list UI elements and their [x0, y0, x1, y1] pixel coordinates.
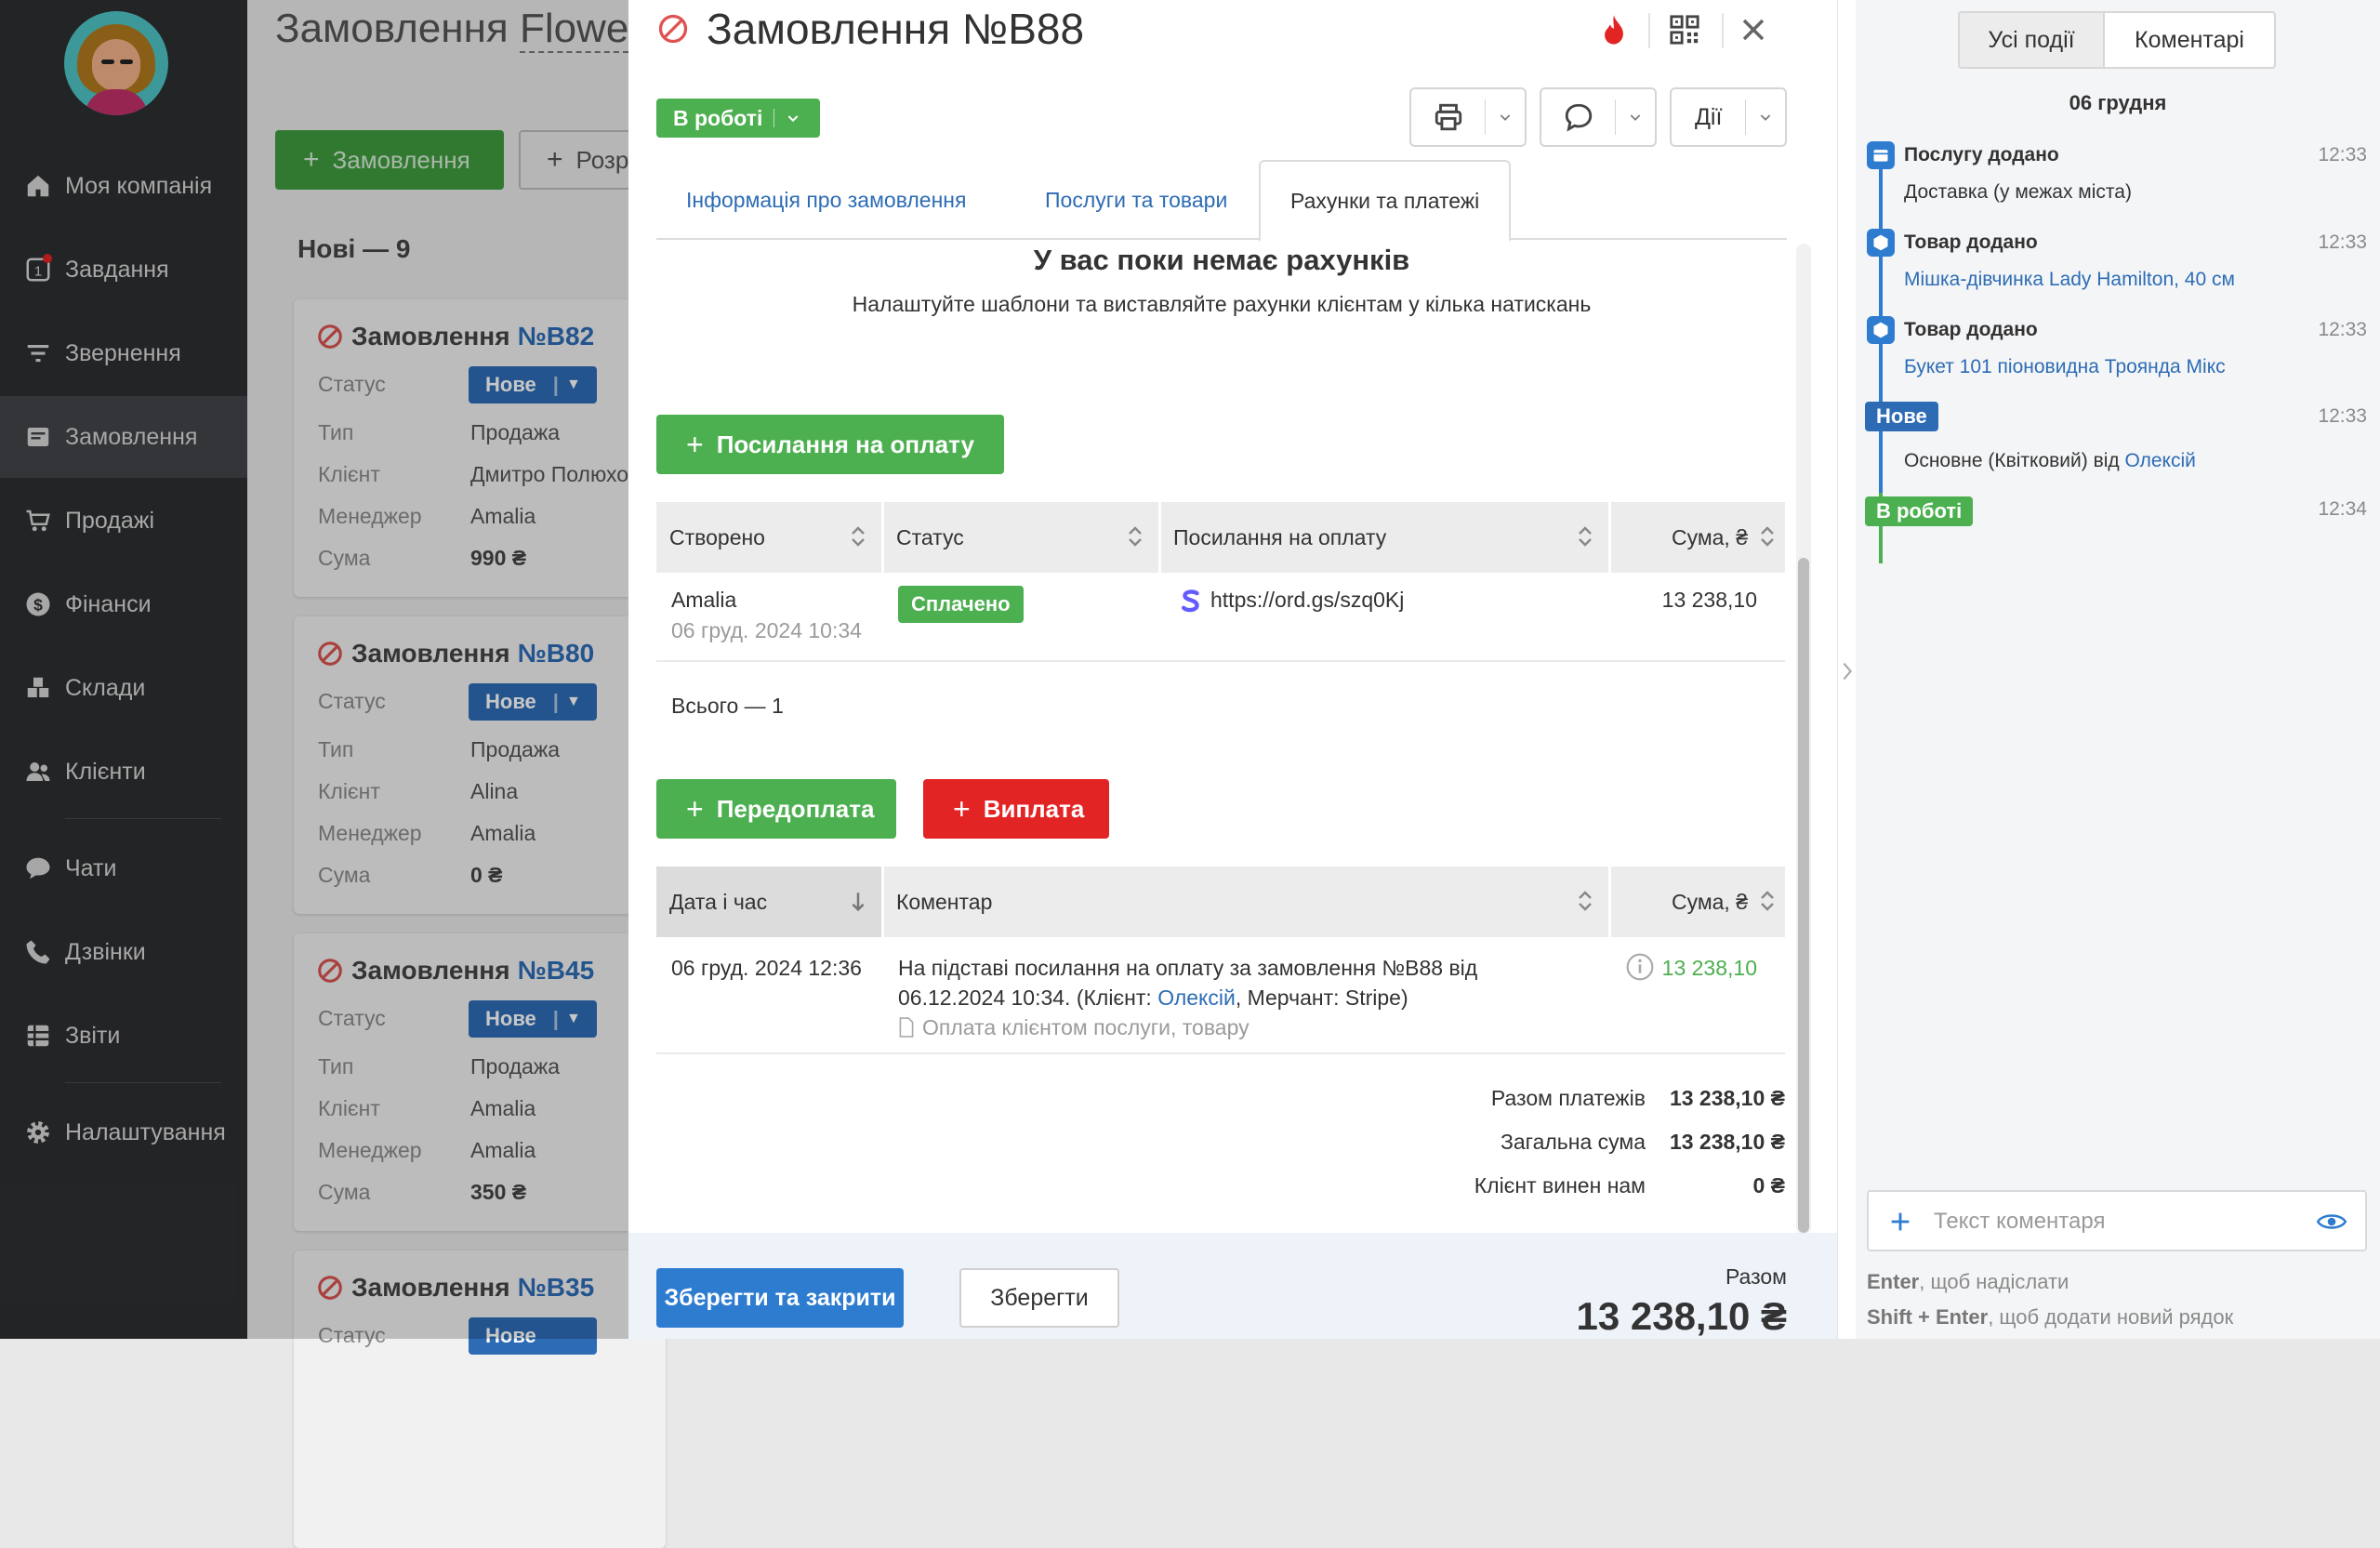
sort-icon	[1579, 891, 1592, 911]
payout-button[interactable]: + Виплата	[923, 779, 1109, 839]
links-table-header: Створено Статус Посилання на оплату Сума…	[656, 502, 1785, 573]
tab-comments[interactable]: Коментарі	[2103, 11, 2276, 69]
order-modal: Замовлення №B88 В роботі Дії Інформація …	[628, 0, 1837, 1339]
events-date: 06 грудня	[2069, 91, 2167, 114]
hot-icon[interactable]	[1595, 11, 1633, 48]
modal-footer: Зберегти та закрити Зберегти Разом 13 23…	[628, 1233, 1837, 1339]
document-icon	[899, 1017, 914, 1038]
actions-button[interactable]: Дії	[1670, 87, 1787, 147]
modal-scrollbar-thumb[interactable]	[1798, 558, 1809, 1233]
tab-all-events[interactable]: Усі події	[1958, 11, 2105, 69]
empty-invoices-title: У вас поки немає рахунків	[1033, 244, 1410, 276]
col-comment[interactable]: Коментар	[883, 867, 992, 937]
panel-collapse-handle[interactable]	[1837, 0, 1856, 1339]
sort-icon	[1579, 526, 1592, 547]
footer-total-label: Разом	[1725, 1264, 1787, 1289]
col-created[interactable]: Створено	[656, 502, 765, 573]
close-icon[interactable]	[1735, 11, 1772, 48]
sort-icon	[852, 526, 865, 547]
product-link[interactable]: Мішка-дівчинка Lady Hamilton, 40 см	[1904, 269, 2235, 291]
modal-title: Замовлення №B88	[656, 4, 1084, 54]
stop-icon	[658, 14, 688, 44]
events-panel: Усі події Коментарі 06 грудня Послугу до…	[1856, 0, 2380, 1339]
save-button[interactable]: Зберегти	[959, 1268, 1119, 1328]
stripe-icon	[1181, 589, 1199, 613]
chevron-down-icon	[1486, 89, 1525, 145]
col-status[interactable]: Статус	[883, 502, 964, 573]
order-tabs: Інформація про замовлення Послуги та тов…	[656, 160, 1787, 242]
service-icon	[1867, 141, 1895, 169]
tab-invoices-payments[interactable]: Рахунки та платежі	[1259, 160, 1512, 242]
eye-icon[interactable]	[2317, 1209, 2347, 1235]
print-button[interactable]	[1409, 87, 1527, 147]
col-sum[interactable]: Сума, ₴	[1610, 502, 1757, 573]
plus-icon[interactable]	[1887, 1209, 1913, 1235]
tab-services-goods[interactable]: Послуги та товари	[1015, 160, 1257, 240]
tab-order-info[interactable]: Інформація про замовлення	[656, 160, 996, 240]
chevron-down-icon	[1616, 89, 1655, 145]
status-badge: Нове	[1865, 402, 1938, 431]
qr-code-icon[interactable]	[1666, 11, 1703, 48]
links-total-count: Всього — 1	[671, 694, 784, 718]
newline-hint: Shift + Enter, щоб додати новий рядок	[1867, 1305, 2234, 1329]
save-and-close-button[interactable]: Зберегти та закрити	[656, 1268, 904, 1328]
product-icon	[1867, 229, 1895, 257]
comment-input[interactable]: Текст коментаря	[1867, 1190, 2367, 1251]
col-sum[interactable]: Сума, ₴	[1610, 867, 1757, 937]
add-payment-link-button[interactable]: + Посилання на оплату	[656, 415, 1004, 474]
empty-invoices-subtitle: Налаштуйте шаблони та виставляйте рахунк…	[852, 292, 1592, 316]
chevron-down-icon	[788, 115, 799, 123]
status-badge: В роботі	[1865, 496, 1974, 526]
col-payment-link[interactable]: Посилання на оплату	[1160, 502, 1386, 573]
printer-icon	[1411, 89, 1485, 145]
client-link[interactable]: Олексій	[1157, 986, 1236, 1010]
col-datetime[interactable]: Дата і час	[656, 867, 881, 937]
speech-bubble-icon	[1541, 89, 1615, 145]
send-hint: Enter, щоб надіслати	[1867, 1270, 2069, 1293]
sort-desc-icon	[852, 893, 865, 912]
prepayment-button[interactable]: + Передоплата	[656, 779, 896, 839]
message-button[interactable]	[1540, 87, 1657, 147]
sort-icon	[1761, 891, 1774, 911]
sort-icon	[1129, 526, 1142, 547]
payments-table-header: Дата і час Коментар Сума, ₴	[656, 867, 1785, 937]
chevron-down-icon	[1746, 89, 1785, 145]
payment-link[interactable]: https://ord.gs/szq0Kj	[1210, 588, 1404, 613]
modal-overlay[interactable]	[0, 0, 628, 1339]
footer-total-value: 13 238,10 ₴	[1576, 1294, 1787, 1338]
order-status-dropdown[interactable]: В роботі	[656, 99, 820, 138]
client-link[interactable]: Олексій	[2125, 450, 2196, 471]
status-badge: Сплачено	[898, 586, 1024, 623]
chevron-right-icon	[1843, 662, 1853, 681]
sort-icon	[1761, 526, 1774, 547]
product-link[interactable]: Букет 101 піоновидна Троянда Мікс	[1904, 356, 2226, 378]
product-icon	[1867, 316, 1895, 344]
